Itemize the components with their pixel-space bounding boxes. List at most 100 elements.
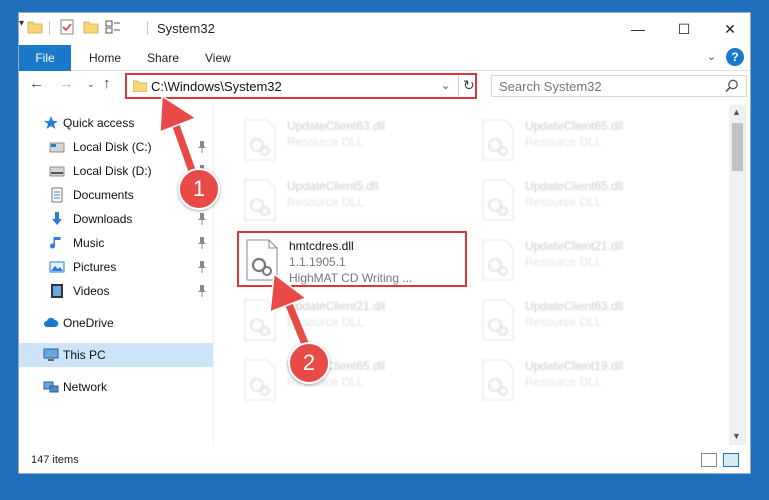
dll-file-icon xyxy=(482,299,514,341)
minimize-button[interactable]: — xyxy=(615,13,661,45)
file-item-hmtcdres[interactable]: hmtcdres.dll 1.1.1905.1 HighMAT CD Writi… xyxy=(237,231,467,287)
title-bar: ▾ System32 — ☐ ✕ xyxy=(19,13,750,45)
sidebar-item-network[interactable]: Network xyxy=(19,375,213,399)
refresh-icon[interactable]: ↻ xyxy=(463,77,475,94)
file-description: HighMAT CD Writing ... xyxy=(289,271,413,285)
sidebar-item-pictures[interactable]: Pictures xyxy=(19,255,213,279)
sidebar-item-label: Quick access xyxy=(63,116,135,130)
sidebar-item-quick-access[interactable]: Quick access xyxy=(19,111,213,135)
quick-access-dropdown-icon[interactable]: ▾ xyxy=(19,18,24,29)
pictures-icon xyxy=(49,261,65,273)
drive-icon xyxy=(49,142,65,153)
maximize-button[interactable]: ☐ xyxy=(661,13,707,45)
search-box[interactable] xyxy=(491,75,747,97)
file-item[interactable]: UpdateClient63.dll Resource DLL xyxy=(475,293,705,349)
pin-icon[interactable] xyxy=(197,213,207,225)
search-icon[interactable] xyxy=(724,78,740,94)
sidebar-item-videos[interactable]: Videos xyxy=(19,279,213,303)
sidebar-item-label: Videos xyxy=(73,284,110,298)
file-version: 1.1.1905.1 xyxy=(289,255,346,269)
sidebar-item-local-disk-c[interactable]: Local Disk (C:) xyxy=(19,135,213,159)
forward-button[interactable]: → xyxy=(59,75,74,92)
network-icon xyxy=(43,381,59,393)
sidebar-item-this-pc[interactable]: This PC xyxy=(19,343,213,367)
toolbar-separator xyxy=(147,21,148,35)
star-icon xyxy=(44,116,58,129)
tab-share[interactable]: Share xyxy=(147,51,179,65)
details-view-icon[interactable] xyxy=(701,453,717,467)
search-input[interactable] xyxy=(492,76,718,96)
tab-view[interactable]: View xyxy=(205,51,231,65)
file-item[interactable]: UpdateClient63.dll Resource DLL xyxy=(237,113,467,169)
address-dropdown-icon[interactable]: ⌄ xyxy=(441,79,450,92)
pin-icon[interactable] xyxy=(197,261,207,273)
address-separator xyxy=(458,75,459,97)
file-item[interactable]: UpdateClient65.dll Resource DLL xyxy=(237,353,467,409)
file-item[interactable]: UpdateClient19.dll Resource DLL xyxy=(475,353,705,409)
folder-icon xyxy=(133,80,147,92)
dll-file-icon xyxy=(244,179,276,221)
recent-locations-icon[interactable]: ⌄ xyxy=(87,79,95,90)
file-name: hmtcdres.dll xyxy=(289,239,354,253)
address-path[interactable]: C:\Windows\System32 xyxy=(151,79,282,94)
scroll-down-icon[interactable]: ▼ xyxy=(732,431,741,441)
properties-check-icon[interactable] xyxy=(59,19,75,35)
step-badge-1: 1 xyxy=(178,168,220,210)
sidebar-item-label: Local Disk (C:) xyxy=(73,140,152,154)
tab-home[interactable]: Home xyxy=(89,51,121,65)
scroll-thumb[interactable] xyxy=(732,123,743,171)
file-name: UpdateClient19.dll xyxy=(525,359,624,373)
file-item[interactable]: UpdateClient65.dll Resource DLL xyxy=(475,113,705,169)
navigation-pane: Quick access Local Disk (C:) Local Disk … xyxy=(19,105,213,445)
videos-icon xyxy=(51,284,63,298)
computer-icon xyxy=(43,348,59,361)
folder-icon[interactable] xyxy=(27,19,43,35)
sidebar-item-label: This PC xyxy=(63,348,106,362)
file-description: Resource DLL xyxy=(525,135,602,149)
file-item[interactable]: UpdateClient21.dll Resource DLL xyxy=(237,293,467,349)
sidebar-item-downloads[interactable]: Downloads xyxy=(19,207,213,231)
file-item[interactable]: UpdateClient65.dll Resource DLL xyxy=(475,173,705,229)
file-name: UpdateClient63.dll xyxy=(287,119,386,133)
scroll-up-icon[interactable]: ▲ xyxy=(732,107,741,117)
file-description: Resource DLL xyxy=(287,195,364,209)
expand-ribbon-icon[interactable]: ⌄ xyxy=(707,50,716,63)
sidebar-item-onedrive[interactable]: OneDrive xyxy=(19,311,213,335)
file-description: Resource DLL xyxy=(287,135,364,149)
tab-file[interactable]: File xyxy=(19,45,71,71)
pin-icon[interactable] xyxy=(197,237,207,249)
sidebar-item-label: Pictures xyxy=(73,260,117,274)
new-folder-icon[interactable] xyxy=(83,19,99,35)
address-bar[interactable]: C:\Windows\System32 ⌄ ↻ xyxy=(125,73,477,99)
file-name: UpdateClient21.dll xyxy=(525,239,624,253)
file-description: Resource DLL xyxy=(287,315,364,329)
file-description: Resource DLL xyxy=(525,375,602,389)
ribbon-tabs: File Home Share View ⌄ ? xyxy=(19,45,750,71)
file-description: Resource DLL xyxy=(525,195,602,209)
file-list: UpdateClient63.dll Resource DLL UpdateCl… xyxy=(217,105,727,445)
pin-icon[interactable] xyxy=(197,141,207,153)
customize-toolbar-icon[interactable] xyxy=(105,19,121,35)
close-button[interactable]: ✕ xyxy=(707,13,750,45)
navigation-bar: ← → ⌄ ↑ C:\Windows\System32 ⌄ ↻ xyxy=(19,71,750,101)
sidebar-item-label: Downloads xyxy=(73,212,133,226)
back-button[interactable]: ← xyxy=(29,75,44,92)
large-icons-view-icon[interactable] xyxy=(723,453,739,467)
item-count: 147 items xyxy=(31,454,79,466)
sidebar-item-music[interactable]: Music xyxy=(19,231,213,255)
help-icon[interactable]: ? xyxy=(726,48,744,66)
pin-icon[interactable] xyxy=(197,285,207,297)
file-name: UpdateClient65.dll xyxy=(525,179,624,193)
vertical-scrollbar[interactable]: ▲ ▼ xyxy=(729,105,746,445)
dll-file-icon xyxy=(482,119,514,161)
documents-icon xyxy=(51,187,63,203)
step-badge-2: 2 xyxy=(288,342,330,384)
up-button[interactable]: ↑ xyxy=(103,75,111,92)
file-description: Resource DLL xyxy=(525,315,602,329)
file-item[interactable]: UpdateClient21.dll Resource DLL xyxy=(475,233,705,289)
sidebar-item-label: Network xyxy=(63,380,108,394)
toolbar-separator xyxy=(49,21,50,35)
status-bar: 147 items xyxy=(19,449,750,473)
file-item[interactable]: UpdateClient5.dll Resource DLL xyxy=(237,173,467,229)
music-icon xyxy=(50,237,61,249)
